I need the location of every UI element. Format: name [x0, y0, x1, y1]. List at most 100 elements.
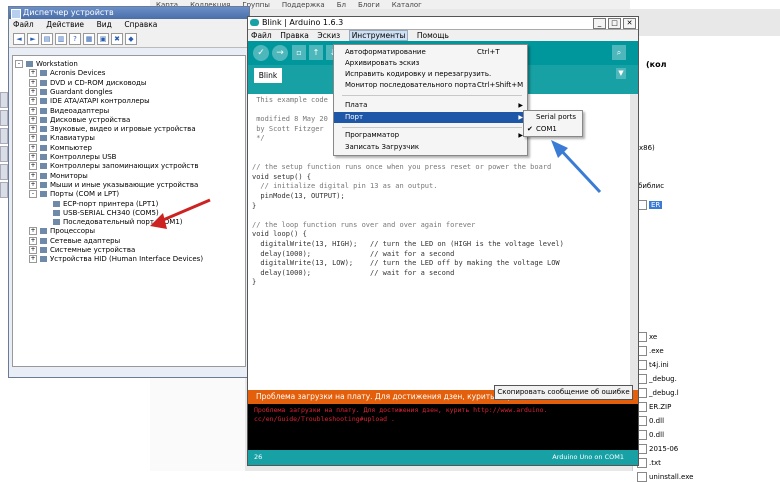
file-item[interactable]: uninstall.exe [637, 472, 693, 482]
expand-icon[interactable]: + [29, 143, 37, 152]
expand-icon[interactable]: + [29, 115, 37, 124]
menu-item-programmer[interactable]: Программатор ▶ [334, 130, 527, 141]
menu-help[interactable]: Справка [124, 20, 157, 29]
file-item[interactable]: _debug. [637, 374, 677, 384]
menu-item-burn-bootloader[interactable]: Записать Загрузчик [334, 142, 527, 153]
tree-node[interactable]: + Acronis Devices [29, 69, 105, 78]
serial-monitor-icon[interactable]: ⌕ [612, 45, 626, 60]
device-category-icon [40, 256, 47, 263]
close-icon[interactable]: ✕ [623, 18, 636, 29]
menu-action[interactable]: Действие [46, 20, 84, 29]
properties-icon[interactable]: ▥ [55, 33, 67, 45]
expand-icon[interactable]: + [29, 180, 37, 189]
verify-icon[interactable]: ✓ [253, 45, 269, 61]
maximize-icon[interactable]: □ [608, 18, 621, 29]
scan-icon[interactable]: ▦ [83, 33, 95, 45]
menu-item-port[interactable]: Порт ▶ [334, 112, 527, 123]
expand-icon[interactable]: + [29, 255, 37, 264]
menu-item-board[interactable]: Плата ▶ [334, 100, 527, 111]
expand-icon[interactable]: + [29, 246, 37, 254]
editor-scrollbar[interactable] [630, 94, 638, 390]
new-icon[interactable]: ▫ [292, 45, 306, 60]
tree-node[interactable]: + Устройства HID (Human Interface Devices… [29, 255, 203, 264]
tab-menu-icon[interactable]: ▼ [616, 68, 626, 79]
file-item-selected[interactable]: ER [637, 200, 663, 210]
file-item[interactable]: t4j.ini [637, 360, 669, 370]
device-tree[interactable]: - Workstation + Acronis Devices + DVD и CD-RO… [12, 55, 246, 367]
tree-node[interactable]: - Workstation [15, 60, 78, 69]
tree-node[interactable]: + Мыши и иные указывающие устройства [29, 180, 198, 190]
file-item[interactable]: .exe [637, 346, 664, 356]
collapse-icon[interactable]: - [29, 190, 37, 199]
tree-node[interactable]: USB-SERIAL CH340 (COM5) [53, 209, 159, 218]
disable-icon[interactable]: ✖ [111, 33, 123, 45]
menu-item-archive[interactable]: Архивировать эскиз [334, 58, 527, 69]
tab-blink[interactable]: Blink [254, 68, 282, 83]
menu-item-fix-encoding[interactable]: Исправить кодировку и перезагрузить. [334, 69, 527, 80]
menu-sketch[interactable]: Эскиз [317, 31, 340, 40]
tree-node[interactable]: Последовательный порт (COM1) [53, 218, 183, 227]
file-item[interactable]: 2015-06 [637, 444, 678, 454]
tree-node[interactable]: + Контроллеры USB [29, 153, 116, 162]
tree-node[interactable]: + Клавиатуры [29, 134, 95, 143]
expand-icon[interactable]: + [29, 125, 37, 134]
menu-help[interactable]: Помощь [417, 31, 449, 40]
top-strip-item[interactable]: Блоги [358, 1, 380, 9]
menu-file[interactable]: Файл [251, 31, 272, 40]
tree-node[interactable]: + Процессоры [29, 227, 95, 236]
expand-icon[interactable]: + [29, 87, 37, 96]
expand-icon[interactable]: + [29, 153, 37, 161]
console-line: Проблема загрузки на плату. Для достижен… [254, 406, 548, 414]
forward-icon[interactable]: ► [27, 33, 39, 45]
tree-node[interactable]: + Guardant dongles [29, 87, 113, 97]
menu-item-serial-monitor[interactable]: Монитор последовательного порта Ctrl+Shif… [334, 80, 527, 91]
expand-icon[interactable]: + [29, 97, 37, 106]
expand-icon[interactable]: + [29, 227, 37, 236]
tree-node[interactable]: + Контроллеры запоминающих устройств [29, 162, 198, 171]
port-option-com1[interactable]: ✔ COM1 [524, 124, 582, 135]
expand-icon[interactable]: + [29, 78, 37, 87]
collapse-icon[interactable]: - [15, 60, 23, 68]
expand-icon[interactable]: + [29, 162, 37, 171]
expand-icon[interactable]: + [29, 106, 37, 115]
tree-node[interactable]: + Сетевые адаптеры [29, 236, 120, 246]
upload-icon[interactable]: → [272, 45, 288, 61]
expand-icon[interactable]: + [29, 236, 37, 245]
top-strip-item[interactable]: Бл [337, 1, 346, 9]
file-item[interactable]: xe [637, 332, 657, 342]
update-driver-icon[interactable]: ▣ [97, 33, 109, 45]
file-item[interactable]: ER.ZIP [637, 402, 671, 412]
menu-file[interactable]: Файл [13, 20, 34, 29]
menu-tools[interactable]: Инструменты [348, 30, 409, 41]
open-icon[interactable]: ↑ [309, 45, 323, 60]
menu-item-autoformat[interactable]: Автоформатирование Ctrl+T [334, 47, 527, 58]
expand-icon[interactable]: + [29, 69, 37, 78]
help-icon[interactable]: ? [69, 33, 81, 45]
tree-node[interactable]: + Звуковые, видео и игровые устройства [29, 125, 196, 134]
tree-node[interactable]: ECP-порт принтера (LPT1) [53, 200, 158, 209]
tree-view-icon[interactable]: ▤ [41, 33, 53, 45]
top-strip-item[interactable]: Поддержка [282, 1, 325, 9]
tree-node[interactable]: + Компьютер [29, 143, 92, 153]
tree-node[interactable]: + Мониторы [29, 171, 88, 181]
menu-view[interactable]: Вид [97, 20, 112, 29]
uninstall-icon[interactable]: ◆ [125, 33, 137, 45]
expand-icon[interactable]: + [29, 171, 37, 180]
menu-edit[interactable]: Правка [280, 31, 309, 40]
file-item[interactable]: _debug.l [637, 388, 679, 398]
file-item[interactable]: .txt [637, 458, 661, 468]
minimize-icon[interactable]: _ [593, 18, 606, 29]
tree-node[interactable]: + DVD и CD-ROM дисководы [29, 78, 146, 88]
tree-node[interactable]: + Дисковые устройства [29, 115, 130, 125]
tree-node[interactable]: + Системные устройства [29, 246, 135, 255]
tree-node[interactable]: + IDE ATA/ATAPI контроллеры [29, 97, 150, 106]
expand-icon[interactable]: + [29, 134, 37, 143]
line-number: 26 [254, 453, 263, 461]
tree-node[interactable]: - Порты (COM и LPT) [29, 190, 119, 199]
back-icon[interactable]: ◄ [13, 33, 25, 45]
tree-node[interactable]: + Видеоадаптеры [29, 106, 109, 116]
file-item[interactable]: 0.dll [637, 430, 664, 440]
file-item[interactable]: 0.dll [637, 416, 664, 426]
copy-error-button[interactable]: Скопировать сообщение об ошибке [494, 385, 633, 400]
top-strip-item[interactable]: Каталог [392, 1, 422, 9]
